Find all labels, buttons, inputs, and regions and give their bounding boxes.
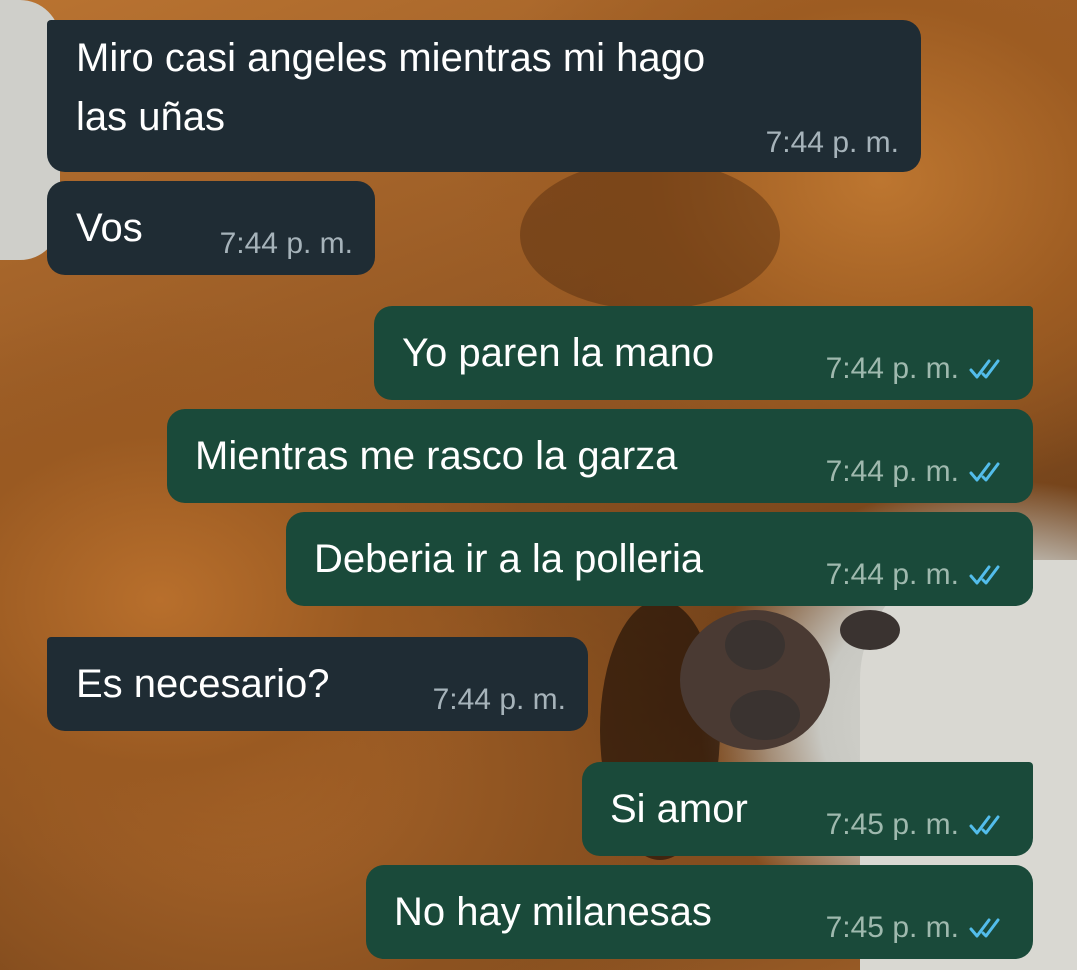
message-time: 7:45 p. m. [826,808,1007,842]
message-time: 7:44 p. m. [826,455,1007,489]
message-text: Vos [76,206,143,250]
message-text: No hay milanesas [394,890,712,934]
message-time: 7:44 p. m. [220,227,353,261]
timestamp: 7:45 p. m. [825,808,959,841]
message-time: 7:44 p. m. [826,558,1007,592]
timestamp: 7:44 p. m. [825,455,959,488]
message-time: 7:44 p. m. [433,683,566,717]
double-check-icon [969,462,1000,482]
message-bubble-incoming[interactable]: Miro casi angeles mientras mi hago las u… [47,20,921,172]
message-text: Miro casi angeles mientras mi hago [76,36,706,80]
message-text: Si amor [610,787,748,831]
timestamp: 7:45 p. m. [825,911,959,944]
timestamp: 7:44 p. m. [765,126,899,159]
timestamp: 7:44 p. m. [432,683,566,716]
message-bubble-outgoing[interactable]: Yo paren la mano 7:44 p. m. [374,306,1033,400]
message-text: Deberia ir a la polleria [314,537,704,581]
message-text: las uñas [76,95,225,139]
timestamp: 7:44 p. m. [825,352,959,385]
double-check-icon [969,918,1000,938]
message-time: 7:44 p. m. [826,352,1007,386]
message-list[interactable]: Miro casi angeles mientras mi hago las u… [0,0,1077,970]
double-check-icon [969,565,1000,585]
timestamp: 7:44 p. m. [219,227,353,260]
message-bubble-incoming[interactable]: Es necesario? 7:44 p. m. [47,637,588,731]
message-bubble-outgoing[interactable]: Mientras me rasco la garza 7:44 p. m. [167,409,1033,503]
message-bubble-outgoing[interactable]: No hay milanesas 7:45 p. m. [366,865,1033,959]
double-check-icon [969,815,1000,835]
double-check-icon [969,359,1000,379]
message-bubble-outgoing[interactable]: Deberia ir a la polleria 7:44 p. m. [286,512,1033,606]
message-text: Es necesario? [76,662,330,706]
message-text: Mientras me rasco la garza [195,434,678,478]
message-time: 7:44 p. m. [766,126,899,160]
message-time: 7:45 p. m. [826,911,1007,945]
message-text: Yo paren la mano [402,331,715,375]
timestamp: 7:44 p. m. [825,558,959,591]
message-bubble-incoming[interactable]: Vos 7:44 p. m. [47,181,375,275]
message-bubble-outgoing[interactable]: Si amor 7:45 p. m. [582,762,1033,856]
